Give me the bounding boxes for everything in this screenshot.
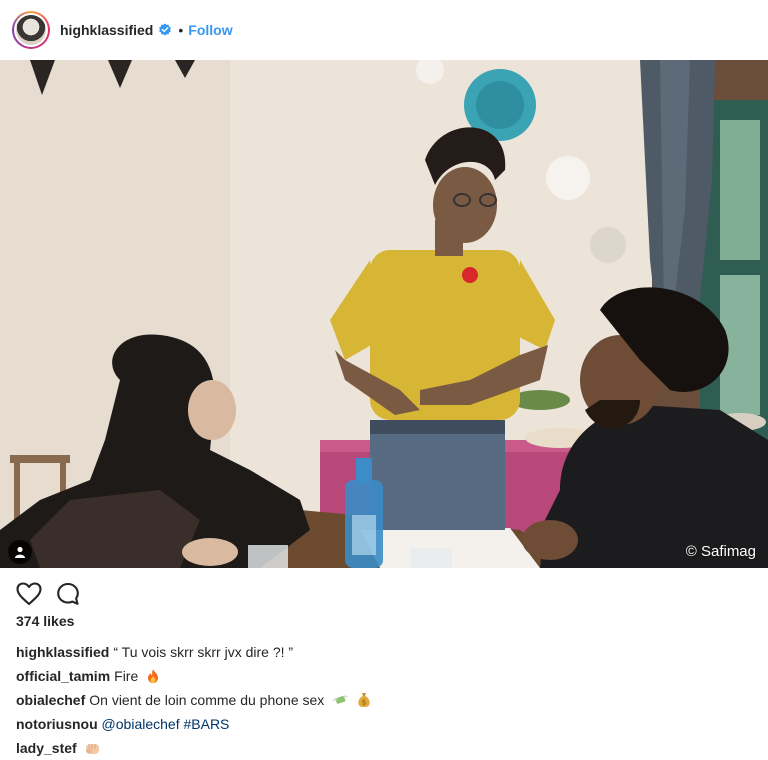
fist-bump-icon bbox=[85, 744, 99, 754]
comment-mention-link[interactable]: @obialechef bbox=[102, 716, 180, 732]
list-item: lady_stef bbox=[16, 736, 756, 760]
money-with-wings-icon bbox=[332, 695, 349, 704]
likes-count[interactable]: 374 likes bbox=[16, 613, 74, 629]
person-tag-icon[interactable] bbox=[8, 540, 32, 564]
comment-username[interactable]: obialechef bbox=[16, 692, 85, 708]
separator-dot: • bbox=[178, 22, 184, 38]
follow-button[interactable]: Follow bbox=[188, 22, 232, 38]
comment-bubble-icon[interactable] bbox=[56, 582, 80, 606]
comment-text: On vient de loin comme du phone sex bbox=[89, 692, 325, 708]
photo-illustration bbox=[0, 60, 768, 568]
photo-credit: © Safimag bbox=[685, 543, 756, 560]
avatar[interactable] bbox=[12, 11, 50, 49]
post-photo[interactable]: © Safimag bbox=[0, 60, 768, 568]
post-actions bbox=[16, 580, 80, 608]
fire-icon bbox=[148, 669, 159, 683]
list-item: obialechef On vient de loin comme du phon… bbox=[16, 688, 756, 712]
list-item: highklassified “ Tu vois skrr skrr jvx di… bbox=[16, 640, 756, 664]
comment-text: Fire bbox=[114, 668, 139, 684]
list-item: notoriusnou @obialechef #BARS bbox=[16, 712, 756, 736]
comment-username[interactable]: highklassified bbox=[16, 644, 109, 660]
comment-username[interactable]: notoriusnou bbox=[16, 716, 98, 732]
heart-icon[interactable] bbox=[16, 582, 42, 606]
comment-username[interactable]: lady_stef bbox=[16, 740, 77, 756]
comments-list: highklassified “ Tu vois skrr skrr jvx di… bbox=[16, 640, 756, 760]
author-username[interactable]: highklassified bbox=[60, 22, 153, 38]
comment-hashtag-link[interactable]: #BARS bbox=[183, 716, 229, 732]
list-item: official_tamim Fire bbox=[16, 664, 756, 688]
money-bag-icon: $ bbox=[358, 693, 370, 707]
verified-badge-icon bbox=[159, 23, 172, 36]
comment-username[interactable]: official_tamim bbox=[16, 668, 110, 684]
post-header: highklassified • Follow bbox=[0, 0, 768, 60]
comment-text: “ Tu vois skrr skrr jvx dire ?! ” bbox=[113, 644, 294, 660]
svg-text:$: $ bbox=[362, 699, 366, 707]
